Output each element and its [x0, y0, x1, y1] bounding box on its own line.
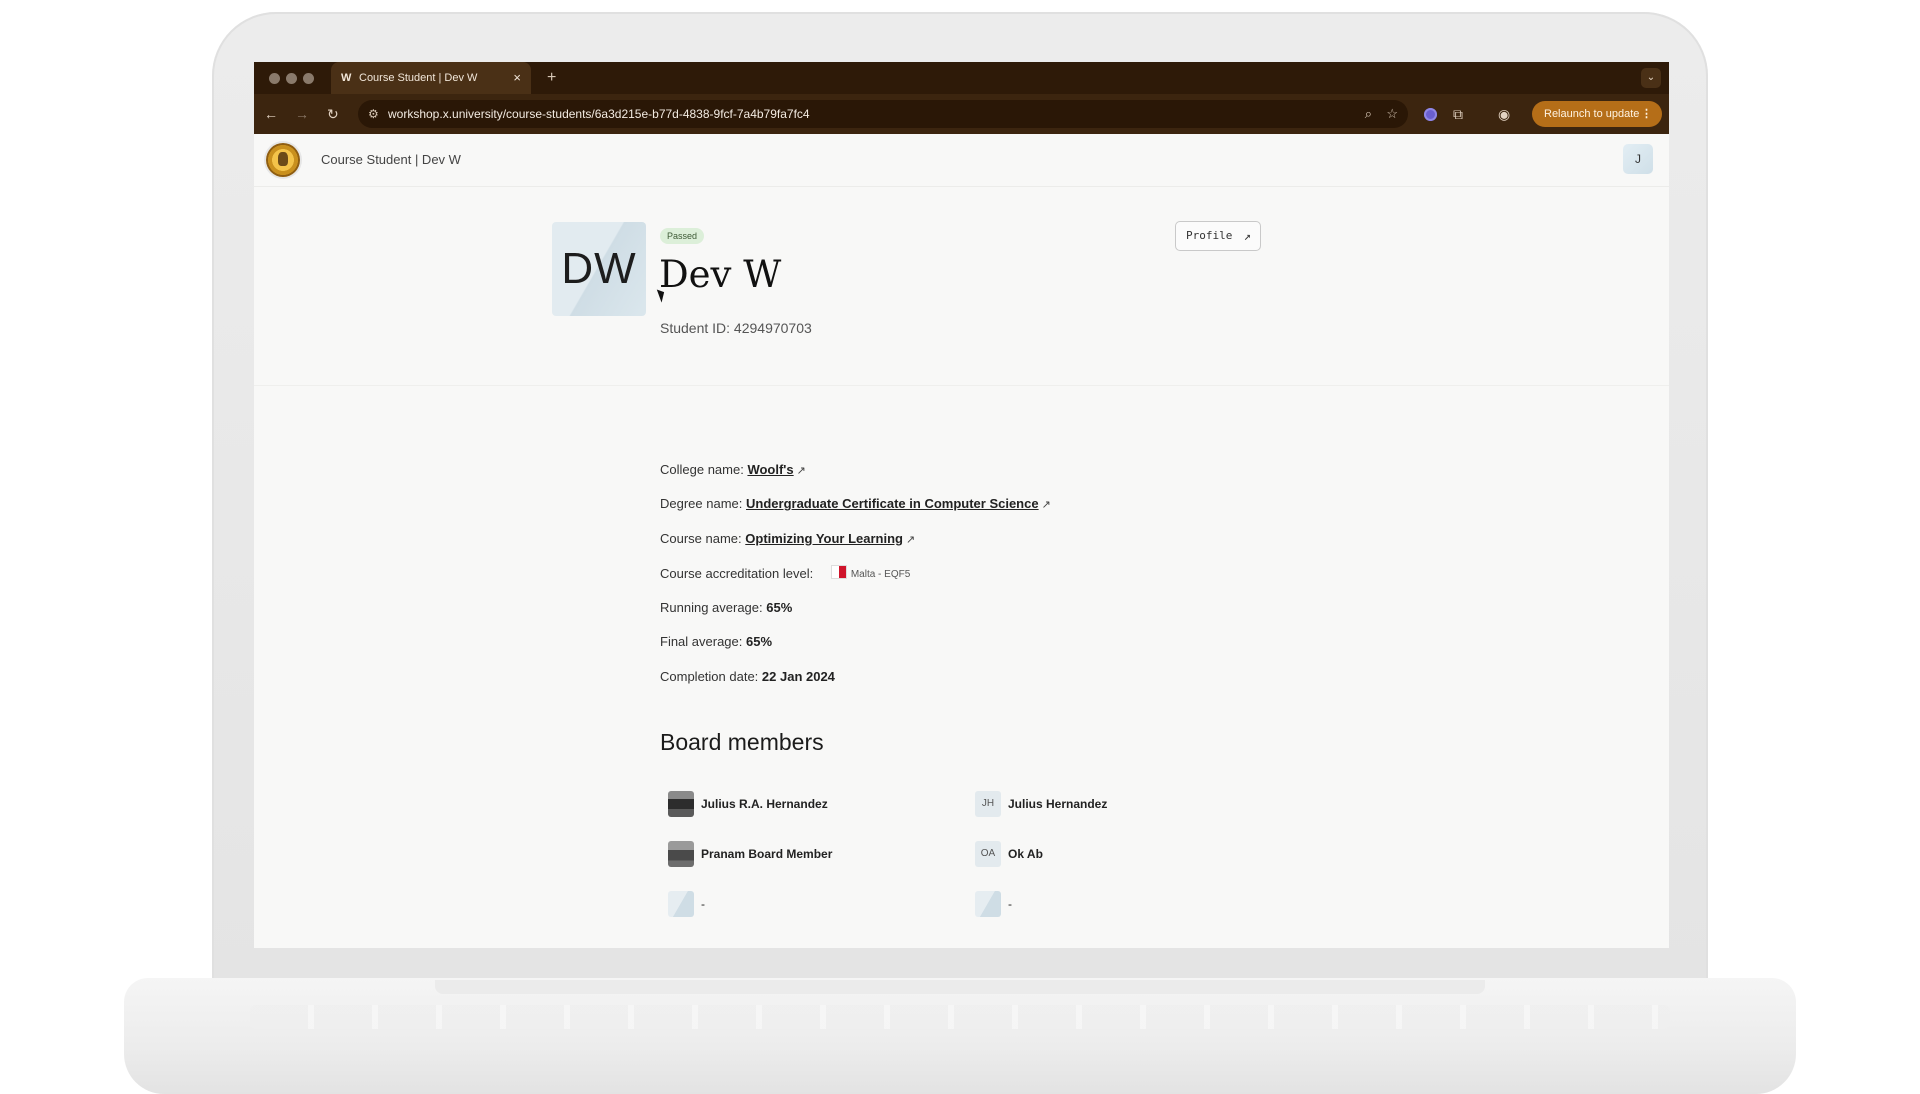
user-avatar-button[interactable]: J: [1623, 144, 1653, 174]
external-link-icon[interactable]: ↗: [906, 534, 915, 546]
browser-toolbar: ← → ↻ ⚙ workshop.x.university/course-stu…: [254, 94, 1669, 134]
laptop-screen: W Course Student | Dev W × + ⌄ ← → ↻ ⚙ w…: [254, 62, 1669, 948]
degree-link[interactable]: Undergraduate Certificate in Computer Sc…: [746, 496, 1039, 511]
member-photo: [668, 791, 694, 817]
external-link-icon[interactable]: ↗: [797, 465, 806, 477]
member-photo: [668, 841, 694, 867]
member-initials-avatar: JH: [975, 791, 1001, 817]
member-name: Julius Hernandez: [1008, 797, 1108, 811]
relaunch-label: Relaunch to update: [1544, 108, 1640, 120]
completion-date-value: 22 Jan 2024: [761, 669, 835, 684]
board-members-heading: Board members: [660, 729, 824, 755]
new-tab-button[interactable]: +: [547, 62, 556, 94]
tab-search-chevron-icon[interactable]: ⌄: [1641, 68, 1661, 88]
window-maximize-button[interactable]: [303, 73, 314, 84]
extensions-puzzle-icon[interactable]: ⧉: [1453, 94, 1463, 134]
accreditation-row: Course accreditation level: Malta - EQF5: [660, 565, 914, 581]
external-link-icon[interactable]: ↗: [1042, 499, 1051, 511]
completion-date-label: Completion date:: [660, 669, 759, 684]
accreditation-label: Course accreditation level:: [660, 566, 814, 581]
site-settings-icon[interactable]: ⚙: [368, 100, 379, 128]
more-menu-icon[interactable]: ⋮: [1641, 101, 1652, 127]
running-average-value: 65%: [766, 600, 793, 615]
bookmark-star-icon[interactable]: ☆: [1386, 100, 1398, 128]
laptop-hinge: [435, 980, 1485, 994]
external-link-icon: ↗: [1243, 229, 1251, 243]
laptop-keyboard: [250, 1005, 1670, 1029]
accreditation-chip: Malta - EQF5: [827, 565, 914, 580]
final-average-label: Final average:: [660, 634, 743, 649]
address-bar[interactable]: ⚙ workshop.x.university/course-students/…: [358, 100, 1408, 128]
extension-icon[interactable]: [1424, 108, 1437, 121]
section-divider: [254, 385, 1669, 386]
reload-icon[interactable]: ↻: [327, 94, 339, 134]
tab-favicon-icon: W: [341, 72, 352, 84]
course-row: Course name: Optimizing Your Learning ↗: [660, 531, 915, 546]
course-label: Course name:: [660, 531, 742, 546]
final-average-value: 65%: [746, 634, 773, 649]
running-average-label: Running average:: [660, 600, 763, 615]
member-name: Julius R.A. Hernandez: [701, 797, 828, 811]
member-name: Pranam Board Member: [701, 847, 833, 861]
laptop-base: [124, 978, 1796, 1094]
status-badge: Passed: [660, 228, 705, 244]
college-link[interactable]: Woolf's: [747, 462, 793, 477]
malta-flag-icon: [830, 565, 847, 579]
address-url[interactable]: workshop.x.university/course-students/6a…: [388, 100, 810, 128]
final-average-row: Final average: 65%: [660, 634, 772, 649]
student-avatar: DW: [552, 222, 646, 316]
degree-label: Degree name:: [660, 496, 743, 511]
member-name: Ok Ab: [1008, 847, 1043, 861]
member-placeholder-avatar: [975, 891, 1001, 917]
window-minimize-button[interactable]: [286, 73, 297, 84]
member-name: -: [1008, 897, 1012, 911]
member-name: -: [701, 897, 705, 911]
college-row: College name: Woolf's ↗: [660, 462, 806, 477]
tab-title: Course Student | Dev W: [359, 72, 478, 84]
header-page-title: Course Student | Dev W: [321, 152, 461, 167]
degree-row: Degree name: Undergraduate Certificate i…: [660, 496, 1051, 511]
accreditation-value: Malta - EQF5: [850, 569, 911, 580]
relaunch-button[interactable]: Relaunch to update ⋮: [1532, 101, 1662, 127]
profile-avatar-icon[interactable]: ◉: [1498, 94, 1510, 134]
window-close-button[interactable]: [269, 73, 280, 84]
back-arrow-icon[interactable]: ←: [264, 94, 278, 134]
forward-arrow-icon[interactable]: →: [295, 94, 309, 134]
completion-date-row: Completion date: 22 Jan 2024: [660, 669, 835, 684]
tab-close-icon[interactable]: ×: [513, 62, 521, 94]
course-link[interactable]: Optimizing Your Learning: [745, 531, 903, 546]
profile-button[interactable]: Profile ↗: [1175, 221, 1261, 251]
student-name: Dev W: [659, 253, 782, 296]
browser-tab-active[interactable]: W Course Student | Dev W ×: [331, 62, 531, 94]
zoom-icon[interactable]: ⌕: [1365, 100, 1372, 128]
member-placeholder-avatar: [668, 891, 694, 917]
member-initials-avatar: OA: [975, 841, 1001, 867]
university-logo[interactable]: [266, 143, 300, 177]
browser-tab-strip: W Course Student | Dev W × + ⌄: [254, 62, 1669, 94]
student-id: Student ID: 4294970703: [660, 320, 812, 336]
profile-button-label: Profile: [1186, 229, 1233, 242]
college-label: College name:: [660, 462, 744, 477]
running-average-row: Running average: 65%: [660, 600, 792, 615]
app-header: Course Student | Dev W J: [254, 134, 1669, 187]
